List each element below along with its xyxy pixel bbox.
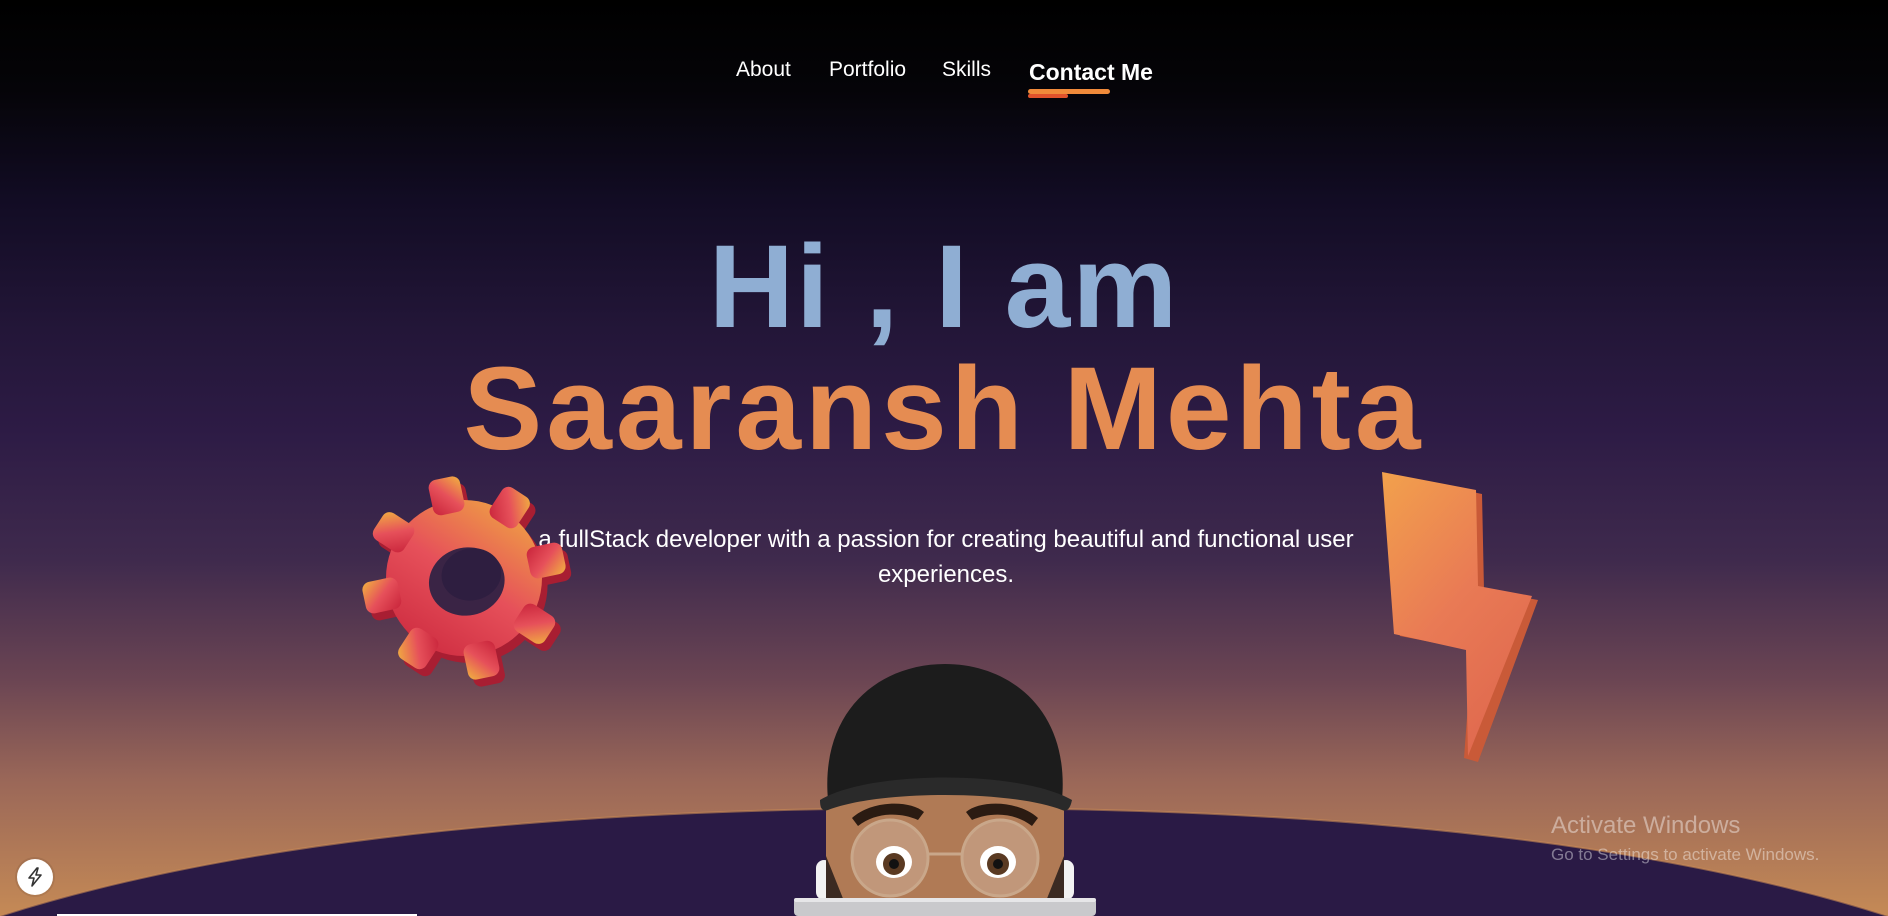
nav-contact-me[interactable]: Contact Me xyxy=(1029,59,1153,86)
nav-portfolio[interactable]: Portfolio xyxy=(829,58,906,82)
hero-page: About Portfolio Skills Contact Me Hi , I… xyxy=(0,0,1888,916)
active-nav-underline-accent xyxy=(1028,94,1068,98)
activate-windows-title: Activate Windows xyxy=(1551,812,1741,839)
bolt-badge-button[interactable] xyxy=(17,859,53,895)
hero-name: Saaransh Mehta xyxy=(463,343,1425,475)
gear-icon xyxy=(362,476,572,687)
bolt-icon xyxy=(28,867,42,887)
nav-skills[interactable]: Skills xyxy=(942,58,991,82)
lightning-bolt-icon xyxy=(1382,472,1538,762)
hero-tagline: a fullStack developer with a passion for… xyxy=(538,526,1354,588)
hero-greeting: Hi , I am xyxy=(708,221,1180,353)
memoji-avatar xyxy=(794,664,1096,916)
activate-windows-subtitle: Go to Settings to activate Windows. xyxy=(1551,845,1820,864)
nav-about[interactable]: About xyxy=(736,58,791,82)
